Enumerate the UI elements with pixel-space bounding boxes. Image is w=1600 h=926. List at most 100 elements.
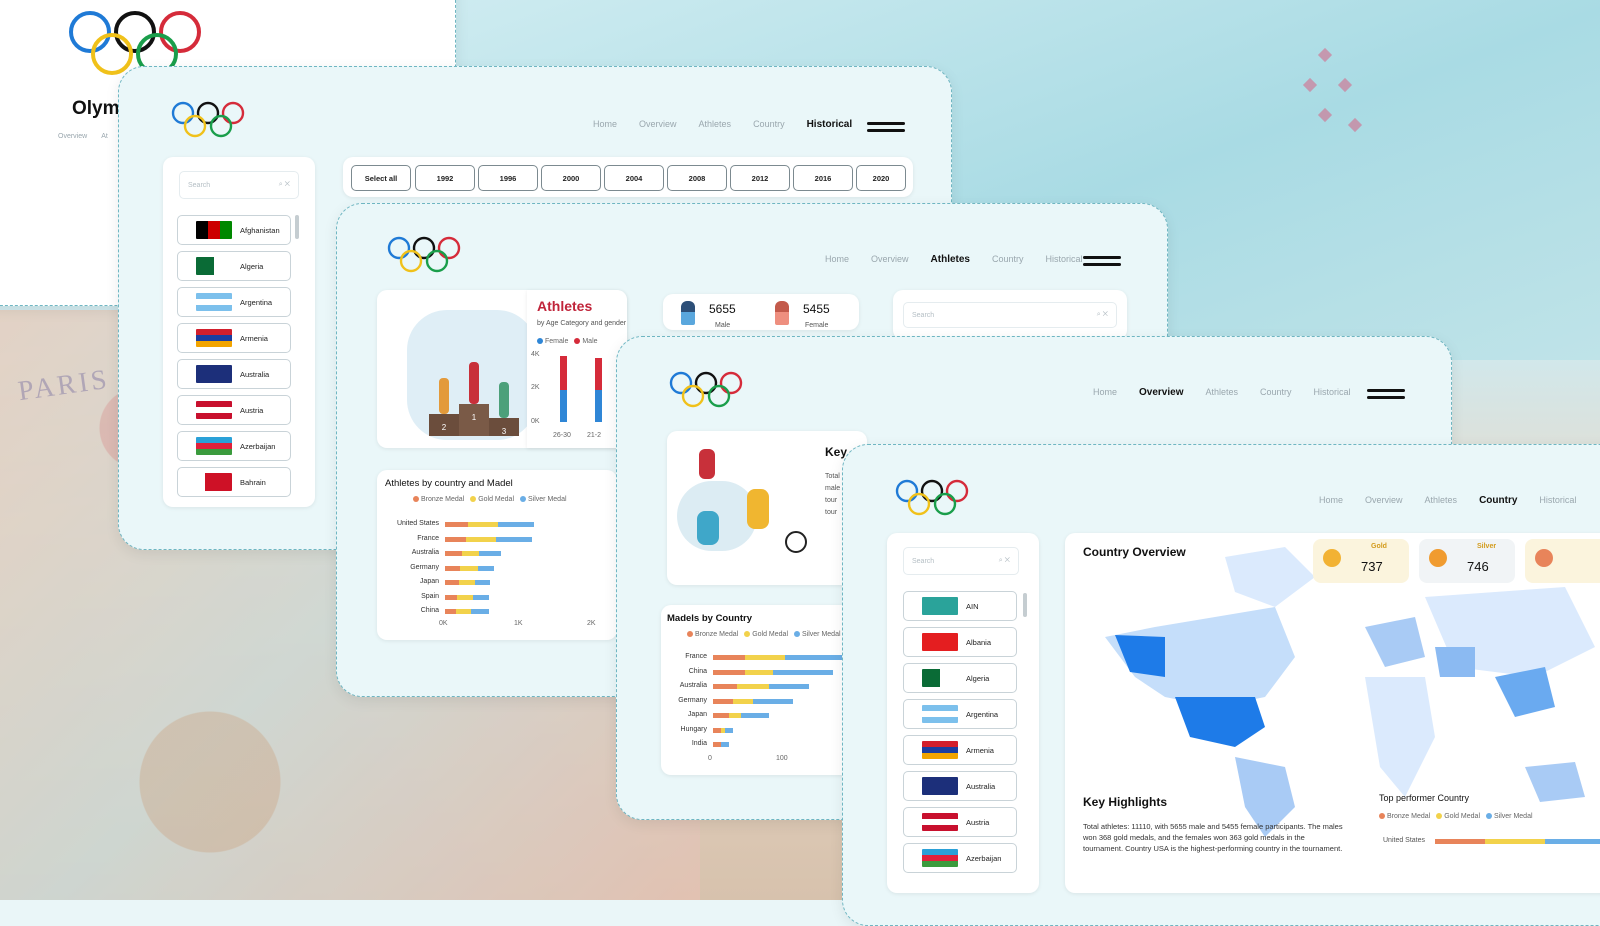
bar-segment-gold-medal[interactable] — [467, 522, 498, 527]
nav-home[interactable]: Home — [1319, 495, 1343, 506]
country-azerbaijan[interactable]: Azerbaijan — [903, 843, 1017, 873]
country-ain[interactable]: AIN — [903, 591, 1017, 621]
bar-segment-bronze-medal[interactable] — [713, 684, 737, 689]
menu-icon[interactable] — [1367, 389, 1405, 399]
bar-segment-silver-medal[interactable] — [477, 565, 495, 571]
year-select-all[interactable]: Select all — [351, 165, 411, 191]
nav-country[interactable]: Country — [992, 254, 1024, 265]
country-algeria[interactable]: Algeria — [903, 663, 1017, 693]
bar-segment-silver-medal[interactable] — [496, 536, 533, 542]
bar-segment-silver-medal[interactable] — [475, 580, 491, 585]
bar-segment-silver-medal[interactable] — [470, 609, 489, 614]
nav-athletes[interactable]: Athletes — [699, 119, 732, 130]
bar-segment-silver-medal[interactable] — [721, 742, 729, 747]
country-algeria[interactable]: Algeria — [177, 251, 291, 281]
nav-overview[interactable]: Overview — [871, 254, 909, 265]
bar-segment-bronze-medal[interactable] — [713, 698, 733, 704]
bar-segment-bronze-medal[interactable] — [713, 713, 729, 718]
year-1992[interactable]: 1992 — [415, 165, 475, 191]
bar-segment-gold-medal[interactable] — [745, 655, 785, 660]
bar-segment-silver-medal[interactable] — [753, 698, 793, 704]
nav-overview[interactable]: Overview — [58, 133, 87, 140]
nav-home[interactable]: Home — [593, 119, 617, 130]
key-highlights-text: Total athletes: 11110, with 5655 male an… — [1083, 822, 1343, 853]
bar-segment-bronze-medal[interactable] — [445, 551, 463, 556]
scrollbar[interactable] — [295, 215, 299, 239]
bar-segment-silver-medal[interactable] — [725, 727, 733, 733]
bar-segment-bronze-medal[interactable] — [713, 727, 721, 733]
bar-segment-silver-medal[interactable] — [472, 594, 490, 600]
bar-segment-gold-medal[interactable] — [737, 684, 769, 689]
country-nav: Home Overview Athletes Country Historica… — [1319, 495, 1576, 506]
athletes-nav: Home Overview Athletes Country Historica… — [825, 254, 1083, 265]
country-austria[interactable]: Austria — [177, 395, 291, 425]
year-2012[interactable]: 2012 — [730, 165, 790, 191]
country-argentina[interactable]: Argentina — [177, 287, 291, 317]
key-title: Key — [825, 445, 848, 459]
bar-segment-silver-medal[interactable] — [769, 684, 809, 689]
nav-home[interactable]: Home — [825, 254, 849, 265]
nav-athletes[interactable]: Athletes — [1206, 387, 1239, 398]
country-australia[interactable]: Australia — [903, 771, 1017, 801]
year-1996[interactable]: 1996 — [478, 165, 538, 191]
bar-segment-gold-medal[interactable] — [459, 580, 476, 585]
bar-segment-gold-medal[interactable] — [460, 565, 478, 571]
bar-segment-bronze-medal[interactable] — [445, 565, 460, 571]
nav-historical[interactable]: Historical — [1539, 495, 1576, 506]
search-input[interactable]: Search ⌕ ✕ — [903, 547, 1019, 575]
country-australia[interactable]: Australia — [177, 359, 291, 389]
bar-segment-gold-medal[interactable] — [462, 551, 480, 556]
country-armenia[interactable]: Armenia — [903, 735, 1017, 765]
search-input[interactable]: Search ⌕ ✕ — [179, 171, 299, 199]
year-2000[interactable]: 2000 — [541, 165, 601, 191]
bar-segment-silver-medal[interactable] — [773, 669, 833, 675]
nav-country[interactable]: Country — [753, 119, 785, 130]
menu-icon[interactable] — [867, 122, 905, 132]
nav-country[interactable]: Country — [1479, 495, 1517, 506]
bar-segment-gold-medal[interactable] — [456, 609, 471, 614]
key-text-1: Total — [825, 473, 840, 480]
bar-segment-silver-medal[interactable] — [497, 522, 535, 527]
bar-segment-bronze-medal[interactable] — [713, 669, 745, 675]
country-argentina[interactable]: Argentina — [903, 699, 1017, 729]
year-2004[interactable]: 2004 — [604, 165, 664, 191]
country-bahrain[interactable]: Bahrain — [177, 467, 291, 497]
bar-segment-bronze-medal[interactable] — [445, 594, 458, 600]
bar-segment-silver-medal[interactable] — [479, 551, 501, 556]
bar-segment-bronze-medal[interactable] — [445, 522, 468, 527]
nav-overview[interactable]: Overview — [639, 119, 677, 130]
nav-home[interactable]: Home — [1093, 387, 1117, 398]
bar-segment-bronze-medal[interactable] — [445, 536, 467, 542]
bar-segment-gold-medal[interactable] — [466, 536, 497, 542]
bar-segment-bronze-medal[interactable] — [713, 742, 721, 747]
country-austria[interactable]: Austria — [903, 807, 1017, 837]
bar-segment-gold-medal[interactable] — [745, 669, 773, 675]
search-input[interactable]: Search ⌕ ✕ — [903, 302, 1117, 328]
year-2008[interactable]: 2008 — [667, 165, 727, 191]
bar-segment-bronze-medal[interactable] — [445, 580, 460, 585]
country-afghanistan[interactable]: Afghanistan — [177, 215, 291, 245]
menu-icon[interactable] — [1083, 256, 1121, 266]
nav-athletes[interactable]: At — [101, 133, 108, 140]
bar-segment-gold-medal[interactable] — [457, 594, 473, 600]
nav-overview[interactable]: Overview — [1139, 387, 1183, 398]
bar-segment-gold-medal[interactable] — [733, 698, 753, 704]
nav-historical[interactable]: Historical — [1046, 254, 1083, 265]
country-azerbaijan[interactable]: Azerbaijan — [177, 431, 291, 461]
bar-segment-silver-medal[interactable] — [785, 655, 845, 660]
country-armenia[interactable]: Armenia — [177, 323, 291, 353]
bar-segment-silver-medal[interactable] — [741, 713, 769, 718]
nav-overview[interactable]: Overview — [1365, 495, 1403, 506]
nav-country[interactable]: Country — [1260, 387, 1292, 398]
nav-athletes[interactable]: Athletes — [931, 254, 970, 265]
year-2016[interactable]: 2016 — [793, 165, 853, 191]
year-2020[interactable]: 2020 — [856, 165, 906, 191]
bar-segment-bronze-medal[interactable] — [713, 655, 745, 660]
country-albania[interactable]: Albania — [903, 627, 1017, 657]
bar-segment-gold-medal[interactable] — [729, 713, 741, 718]
nav-athletes[interactable]: Athletes — [1425, 495, 1458, 506]
scrollbar[interactable] — [1023, 593, 1027, 617]
nav-historical[interactable]: Historical — [807, 119, 853, 130]
bar-segment-bronze-medal[interactable] — [445, 609, 457, 614]
nav-historical[interactable]: Historical — [1314, 387, 1351, 398]
